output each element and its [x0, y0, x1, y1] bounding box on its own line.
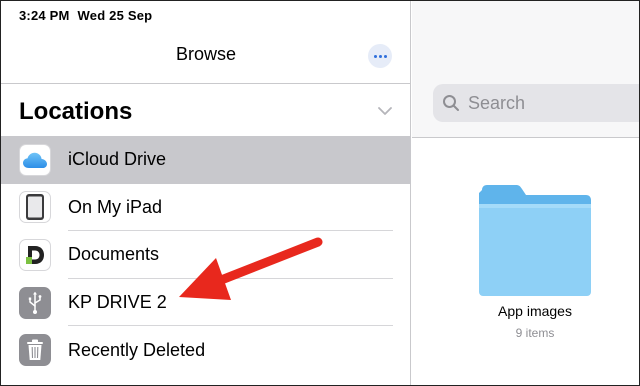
chevron-down-icon[interactable] — [377, 103, 393, 119]
page-title: Browse — [175, 44, 237, 64]
location-label: KP DRIVE 2 — [68, 292, 167, 313]
ipad-files-window: 3:24 PM Wed 25 Sep Browse Locations iClou… — [0, 0, 640, 386]
search-field[interactable]: Search — [433, 84, 639, 122]
more-options-button[interactable] — [368, 44, 392, 68]
ipad-icon — [19, 191, 51, 224]
location-label: iCloud Drive — [68, 149, 167, 170]
status-time: 3:24 PM — [19, 8, 70, 23]
locations-section-title: Locations — [19, 98, 133, 125]
icloud-icon — [19, 143, 51, 176]
search-placeholder: Search — [468, 93, 526, 113]
status-date: Wed 25 Sep — [77, 8, 153, 23]
ellipsis-icon — [373, 54, 377, 58]
location-label: Documents — [68, 244, 160, 265]
location-kp-drive-2[interactable]: KP DRIVE 2 — [1, 279, 411, 327]
search-icon — [443, 95, 459, 111]
location-on-my-ipad[interactable]: On My iPad — [1, 184, 411, 232]
location-icloud-drive[interactable]: iCloud Drive — [1, 136, 411, 184]
folder-name: App images — [498, 303, 572, 319]
location-label: Recently Deleted — [68, 339, 206, 360]
documents-app-icon — [19, 238, 51, 271]
location-documents[interactable]: Documents — [1, 231, 411, 279]
location-recently-deleted[interactable]: Recently Deleted — [1, 326, 411, 374]
usb-icon — [19, 286, 51, 319]
content-header: Search — [412, 1, 639, 138]
location-label: On My iPad — [68, 196, 163, 217]
ellipsis-dot — [383, 54, 387, 58]
locations-list: iCloud Drive On My iPad Documents KP DRI… — [1, 136, 411, 374]
status-bar: 3:24 PM Wed 25 Sep — [19, 8, 152, 23]
content-pane: Search App images 9 items — [412, 1, 639, 385]
folder-icon[interactable] — [478, 184, 592, 296]
divider — [1, 83, 411, 84]
folder-item-count: 9 items — [515, 326, 555, 340]
browse-sidebar: 3:24 PM Wed 25 Sep Browse Locations iClou… — [1, 1, 411, 385]
trash-icon — [19, 334, 51, 367]
ellipsis-dot — [378, 54, 382, 58]
